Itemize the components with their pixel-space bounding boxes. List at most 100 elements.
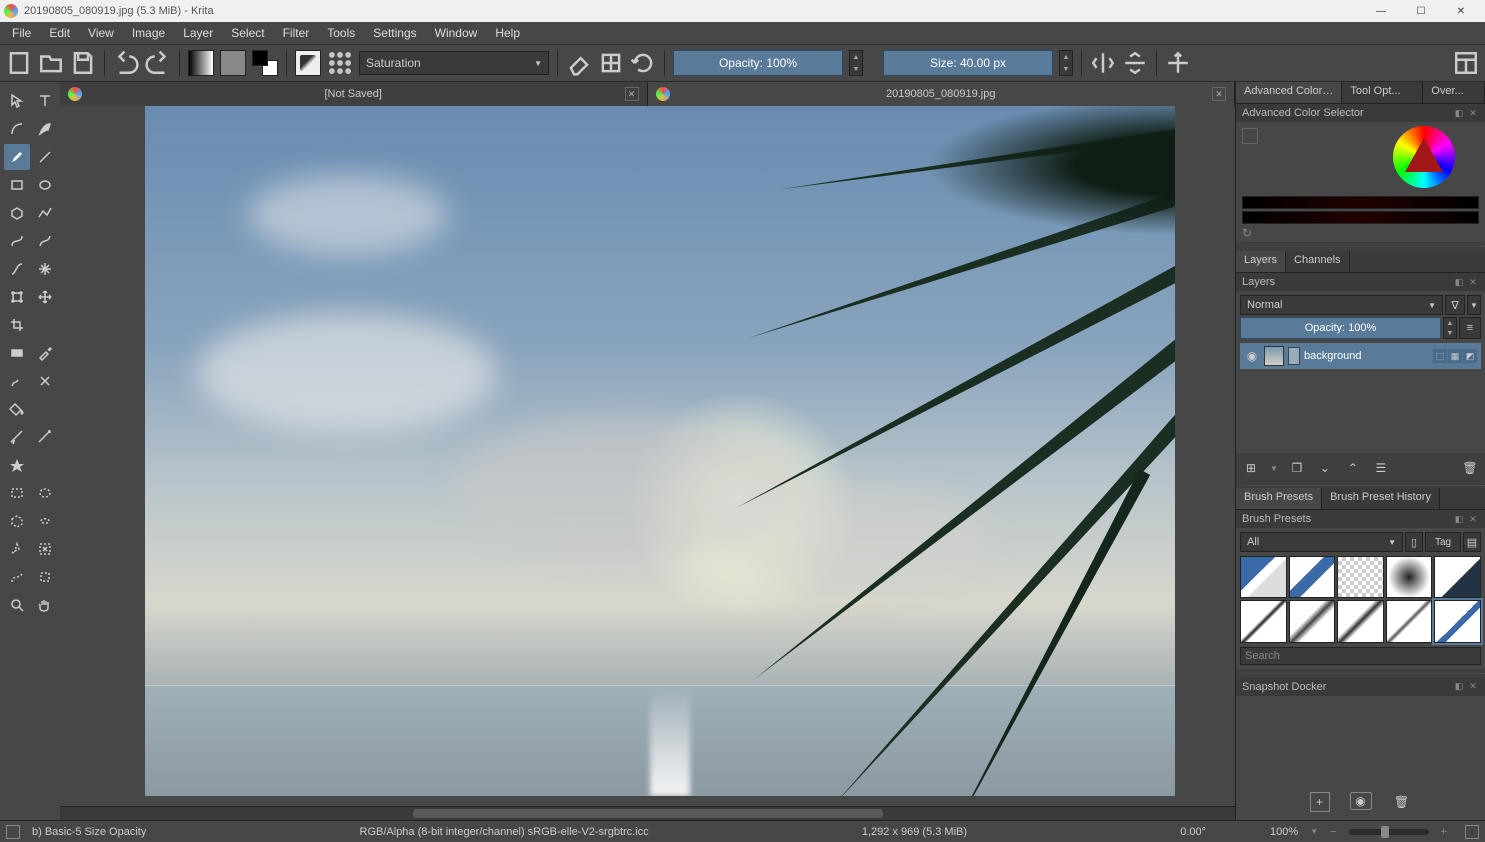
multibrush-tool[interactable] xyxy=(32,256,58,282)
open-button[interactable] xyxy=(38,50,64,76)
brush-preset[interactable] xyxy=(1434,556,1481,598)
canvas[interactable] xyxy=(145,106,1175,796)
brush-preset[interactable] xyxy=(1386,556,1433,598)
text-tool[interactable] xyxy=(32,88,58,114)
menu-image[interactable]: Image xyxy=(124,24,173,42)
freehand-path-tool[interactable] xyxy=(32,228,58,254)
move-layer-down-button[interactable]: ⌄ xyxy=(1316,459,1334,477)
undo-button[interactable] xyxy=(113,50,139,76)
alpha-lock-icon[interactable]: ▦ xyxy=(1448,349,1462,363)
smart-fill-tool[interactable] xyxy=(32,368,58,394)
document-tab-1[interactable]: [Not Saved] ✕ xyxy=(60,82,648,106)
brush-preset[interactable] xyxy=(1337,556,1384,598)
move-layer-tool[interactable] xyxy=(32,284,58,310)
assistant-tool[interactable] xyxy=(4,424,30,450)
close-button[interactable]: ✕ xyxy=(1441,0,1481,22)
brush-preset[interactable] xyxy=(1240,600,1287,642)
snapshot-add-button[interactable]: + xyxy=(1310,792,1330,812)
new-button[interactable] xyxy=(6,50,32,76)
panel-tab-brush-presets[interactable]: Brush Presets xyxy=(1236,488,1322,509)
brush-tool[interactable] xyxy=(4,144,30,170)
layer-opacity-stepper[interactable]: ▲▼ xyxy=(1443,317,1457,339)
polyline-tool[interactable] xyxy=(32,200,58,226)
zoom-tool[interactable] xyxy=(4,592,30,618)
gradient-tool[interactable] xyxy=(4,340,30,366)
zoom-out-button[interactable]: − xyxy=(1330,826,1336,838)
brush-view-button[interactable]: ▯ xyxy=(1405,532,1423,552)
rectangle-tool[interactable] xyxy=(4,172,30,198)
color-selector[interactable]: ↻ xyxy=(1236,122,1485,242)
layer-opacity-field[interactable]: Opacity: 100% xyxy=(1240,317,1441,339)
brush-editor-button[interactable] xyxy=(327,50,353,76)
panel-tab-layers[interactable]: Layers xyxy=(1236,251,1286,272)
similar-select-tool[interactable] xyxy=(32,536,58,562)
menu-filter[interactable]: Filter xyxy=(275,24,318,42)
fill-tool[interactable] xyxy=(4,396,30,422)
brush-tag-button[interactable]: Tag xyxy=(1425,532,1461,552)
transform-tool[interactable] xyxy=(4,284,30,310)
layer-item[interactable]: ◉ background ⬚▦◩ xyxy=(1240,343,1481,369)
menu-layer[interactable]: Layer xyxy=(175,24,221,42)
delete-layer-button[interactable]: 🗑 xyxy=(1461,459,1479,477)
float-icon[interactable]: ◧ xyxy=(1453,513,1465,525)
polygon-select-tool[interactable] xyxy=(4,508,30,534)
brush-preset[interactable] xyxy=(1337,600,1384,642)
line-tool[interactable] xyxy=(32,144,58,170)
measure-tool[interactable] xyxy=(32,424,58,450)
brush-search-input[interactable]: Search xyxy=(1240,647,1481,665)
panel-tab-overview[interactable]: Over... xyxy=(1423,82,1485,103)
brush-preset[interactable] xyxy=(1386,600,1433,642)
canvas-only-button[interactable] xyxy=(1465,825,1479,839)
size-stepper[interactable]: ▲▼ xyxy=(1059,50,1073,76)
snapshot-delete-button[interactable]: 🗑 xyxy=(1392,792,1412,812)
ellipse-tool[interactable] xyxy=(32,172,58,198)
panel-tab-channels[interactable]: Channels xyxy=(1286,251,1349,272)
crop-tool[interactable] xyxy=(4,312,30,338)
move-tool[interactable] xyxy=(4,88,30,114)
brush-preset[interactable] xyxy=(1289,600,1336,642)
move-layer-up-button[interactable]: ⌃ xyxy=(1344,459,1362,477)
layer-opacity-menu[interactable]: ≡ xyxy=(1459,317,1481,339)
menu-select[interactable]: Select xyxy=(223,24,272,42)
layer-blend-select[interactable]: Normal▼ xyxy=(1240,295,1443,315)
lock-icon[interactable]: ⬚ xyxy=(1433,349,1447,363)
mirror-v-button[interactable] xyxy=(1122,50,1148,76)
close-panel-icon[interactable]: ✕ xyxy=(1467,276,1479,288)
brush-preset[interactable] xyxy=(1289,556,1336,598)
menu-tools[interactable]: Tools xyxy=(319,24,363,42)
redo-button[interactable] xyxy=(145,50,171,76)
brush-preset[interactable] xyxy=(1434,600,1481,642)
bezier-tool[interactable] xyxy=(4,228,30,254)
blend-mode-select[interactable]: Saturation▼ xyxy=(359,51,549,75)
layer-visibility-icon[interactable]: ◉ xyxy=(1244,349,1260,363)
document-tab-2[interactable]: 20190805_080919.jpg ✕ xyxy=(648,82,1236,106)
eraser-toggle[interactable] xyxy=(566,50,592,76)
panel-tab-brush-history[interactable]: Brush Preset History xyxy=(1322,488,1440,509)
menu-file[interactable]: File xyxy=(4,24,39,42)
float-icon[interactable]: ◧ xyxy=(1453,107,1465,119)
menu-window[interactable]: Window xyxy=(427,24,486,42)
panel-tab-color-selector[interactable]: Advanced Color Sel... xyxy=(1236,82,1342,103)
pan-tool[interactable] xyxy=(32,592,58,618)
status-zoom[interactable]: 100% xyxy=(1270,826,1298,838)
snapshot-camera-button[interactable]: ◉ xyxy=(1350,792,1372,810)
color-picker-tool[interactable] xyxy=(32,340,58,366)
float-icon[interactable]: ◧ xyxy=(1453,276,1465,288)
canvas-viewport[interactable] xyxy=(60,106,1235,806)
workspace-button[interactable] xyxy=(1453,50,1479,76)
opacity-field[interactable]: Opacity: 100% xyxy=(673,50,843,76)
calligraphy-tool[interactable] xyxy=(32,116,58,142)
mirror-h-button[interactable] xyxy=(1090,50,1116,76)
contiguous-select-tool[interactable] xyxy=(4,536,30,562)
brush-tag-filter[interactable]: All▼ xyxy=(1240,532,1403,552)
zoom-in-button[interactable]: + xyxy=(1441,826,1447,838)
menu-edit[interactable]: Edit xyxy=(41,24,78,42)
layer-properties-button[interactable]: ☰ xyxy=(1372,459,1390,477)
duplicate-layer-button[interactable]: ❐ xyxy=(1288,459,1306,477)
close-panel-icon[interactable]: ✕ xyxy=(1467,107,1479,119)
ellipse-select-tool[interactable] xyxy=(32,480,58,506)
size-field[interactable]: Size: 40.00 px xyxy=(883,50,1053,76)
reference-tool[interactable] xyxy=(4,452,30,478)
freehand-select-tool[interactable] xyxy=(32,508,58,534)
maximize-button[interactable]: ☐ xyxy=(1401,0,1441,22)
